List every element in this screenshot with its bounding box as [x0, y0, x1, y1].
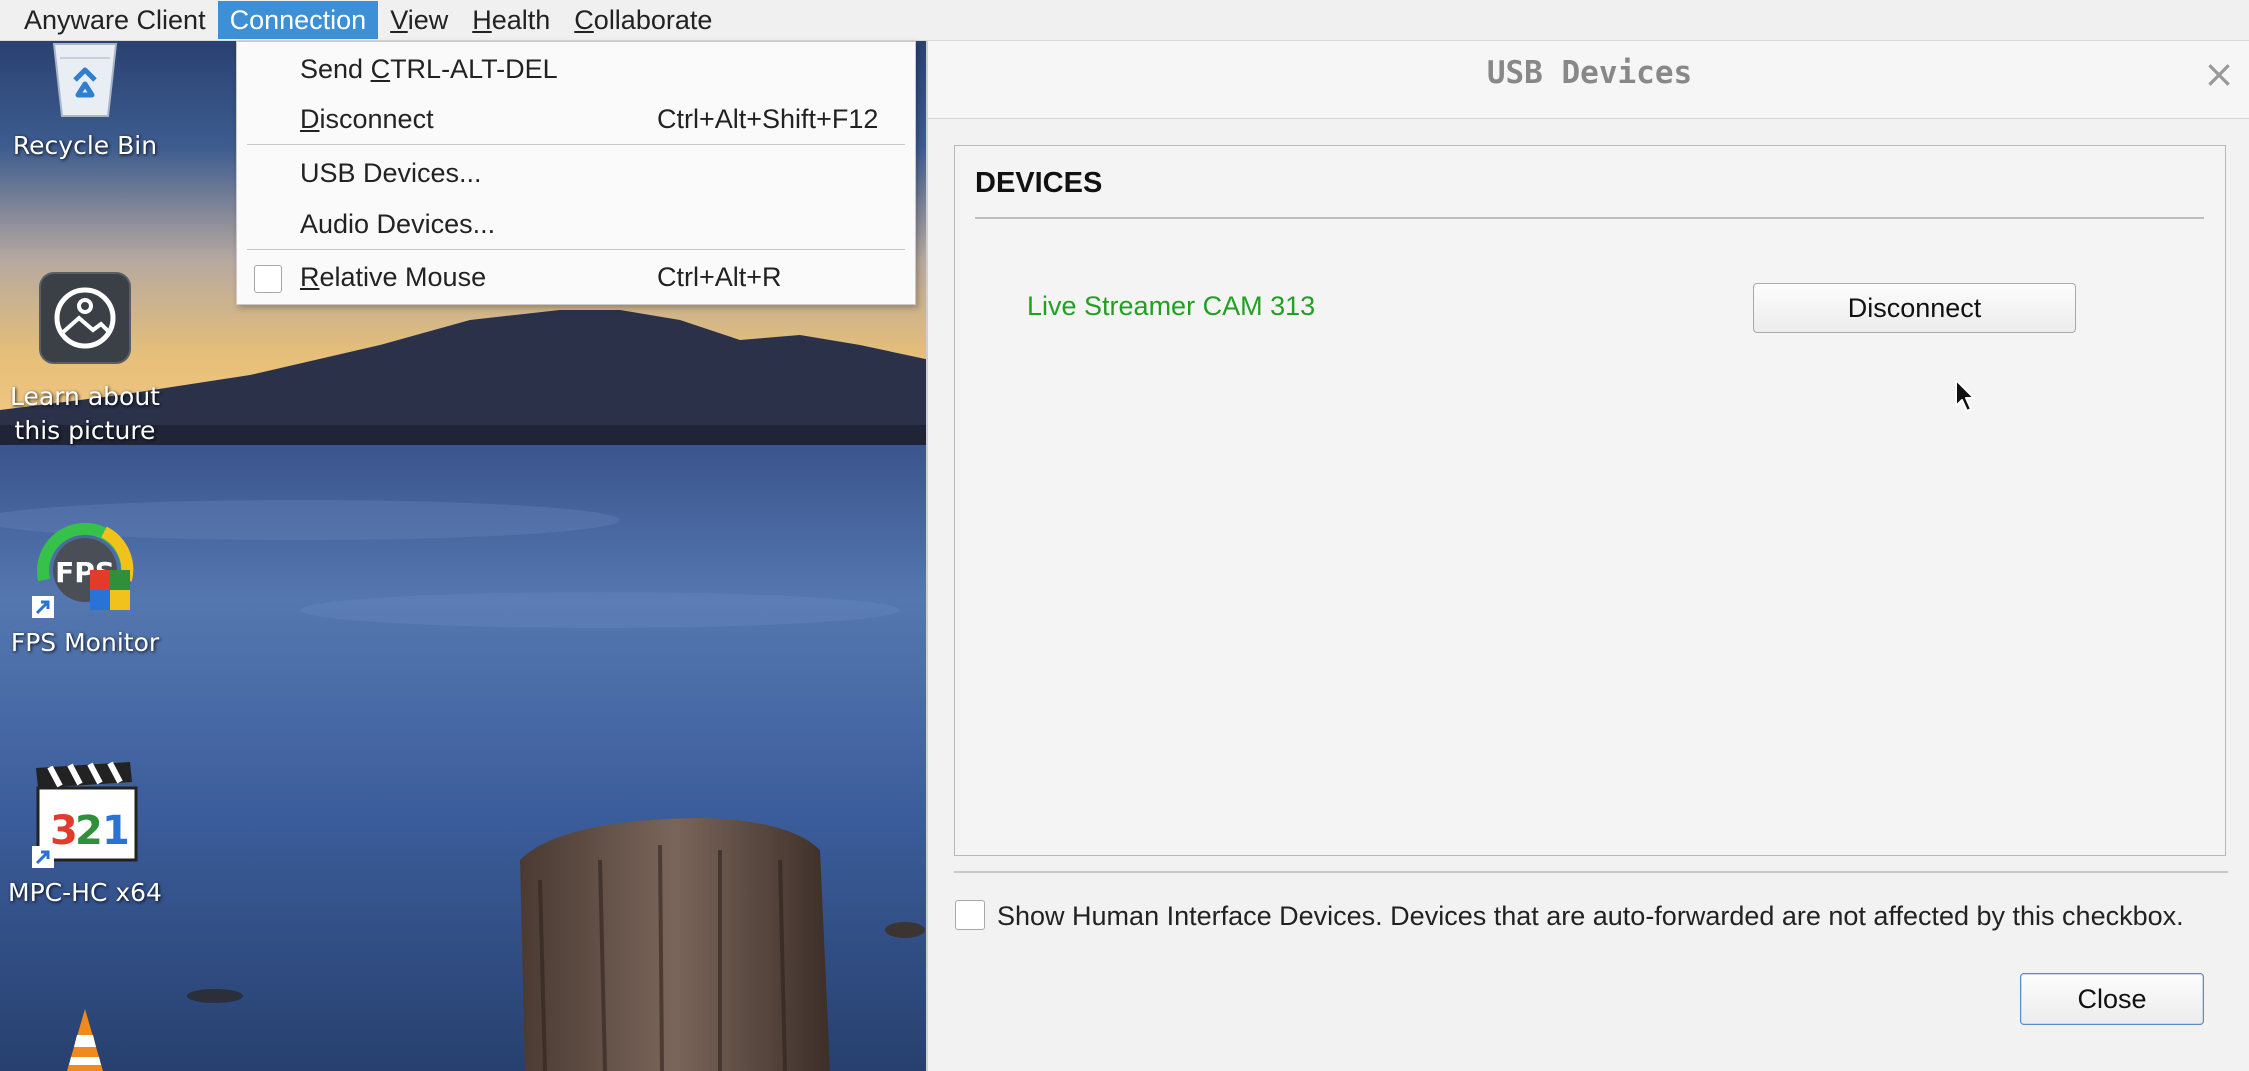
- desktop-icon-label: MPC-HC x64: [8, 878, 162, 907]
- desktop-icon-recycle-bin[interactable]: Recycle Bin: [0, 40, 170, 170]
- close-icon[interactable]: ×: [2203, 55, 2235, 93]
- desktop-icon-label: Recycle Bin: [12, 131, 158, 160]
- menu-item-disconnect[interactable]: Disconnect Ctrl+Alt+Shift+F12: [237, 98, 915, 142]
- close-button[interactable]: Close: [2020, 973, 2204, 1025]
- relative-mouse-shortcut: Ctrl+Alt+R: [657, 262, 782, 292]
- mpc-hc-icon: 3 2 1: [32, 761, 138, 868]
- vlc-icon: [67, 1009, 103, 1071]
- menu-item-relative-mouse[interactable]: Relative Mouse Ctrl+Alt+R: [237, 256, 915, 300]
- menu-bar: Anyware Client Connection View Health Co…: [0, 0, 2249, 41]
- learn-about-picture-icon: [39, 272, 131, 364]
- desktop-icon-mpc-hc[interactable]: 3 2 1 MPC-HC x64: [0, 760, 170, 920]
- dialog-titlebar[interactable]: USB Devices ×: [928, 33, 2249, 119]
- disconnect-button[interactable]: Disconnect: [1753, 283, 2076, 333]
- devices-panel: [954, 145, 2226, 856]
- dialog-title: USB Devices: [1486, 55, 1693, 91]
- devices-section-heading: DEVICES: [975, 167, 1103, 199]
- desktop-icon-label: Learn about this picture: [10, 382, 160, 445]
- svg-text:2: 2: [75, 808, 103, 854]
- disconnect-shortcut: Ctrl+Alt+Shift+F12: [657, 104, 879, 134]
- menu-item-usb-devices[interactable]: USB Devices...: [237, 152, 915, 196]
- menu-collaborate[interactable]: Collaborate: [562, 1, 724, 39]
- menu-view[interactable]: View: [378, 1, 460, 39]
- desktop-icon-learn-about-picture[interactable]: Learn about this picture: [0, 272, 170, 452]
- show-hid-checkbox[interactable]: [955, 900, 985, 930]
- menu-anyware-client[interactable]: Anyware Client: [0, 1, 218, 39]
- menu-connection[interactable]: Connection: [217, 1, 379, 39]
- menu-item-send-ctrl-alt-del[interactable]: Send CTRL-ALT-DEL: [237, 48, 915, 92]
- menu-item-audio-devices[interactable]: Audio Devices...: [237, 203, 915, 247]
- show-hid-label[interactable]: Show Human Interface Devices. Devices th…: [997, 901, 2184, 932]
- recycle-bin-icon: [52, 43, 118, 117]
- relative-mouse-checkbox[interactable]: [254, 265, 282, 293]
- desktop-icon-fps-monitor[interactable]: FPS FPS Monitor: [0, 510, 170, 665]
- desktop-icon-vlc[interactable]: [0, 1005, 170, 1071]
- menu-separator: [247, 249, 905, 250]
- desktop-icon-label: FPS Monitor: [10, 628, 160, 657]
- divider: [954, 871, 2228, 873]
- mouse-cursor-icon: [1955, 379, 1975, 412]
- device-name: Live Streamer CAM 313: [1027, 291, 1316, 321]
- usb-devices-dialog: USB Devices × DEVICES Live Streamer CAM …: [926, 33, 2249, 1071]
- connection-dropdown-menu: Send CTRL-ALT-DEL Disconnect Ctrl+Alt+Sh…: [236, 41, 916, 305]
- fps-monitor-icon: FPS: [32, 522, 134, 618]
- menu-health[interactable]: Health: [460, 1, 562, 39]
- menu-separator: [247, 144, 905, 145]
- divider: [975, 217, 2204, 219]
- svg-text:3: 3: [50, 808, 78, 854]
- svg-text:1: 1: [102, 808, 130, 854]
